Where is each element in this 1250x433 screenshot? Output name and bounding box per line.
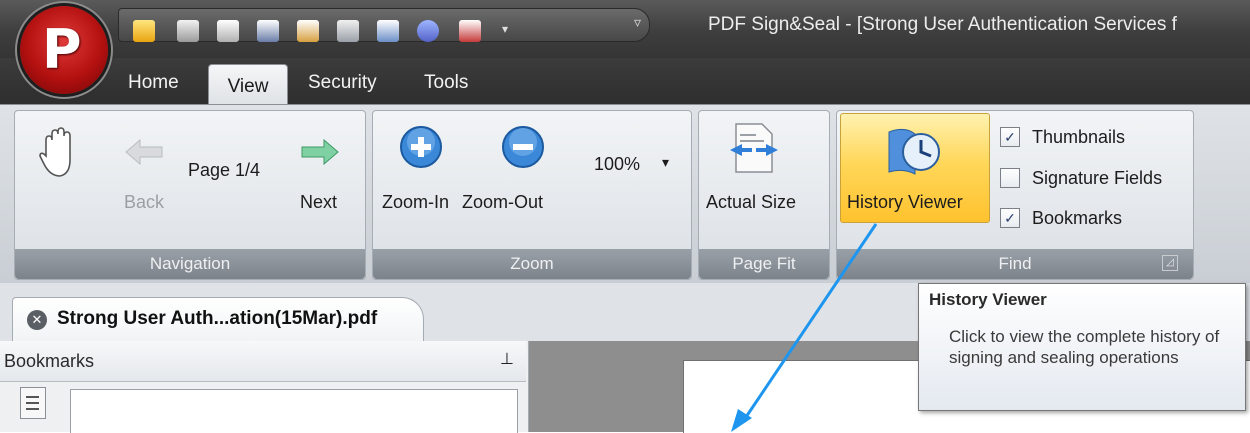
tab-security[interactable]: Security: [308, 72, 377, 94]
signature-fields-label: Signature Fields: [1032, 168, 1163, 188]
zoom-in-icon[interactable]: [398, 124, 444, 170]
signature-fields-checkbox[interactable]: [1000, 168, 1020, 188]
actual-size-icon[interactable]: [728, 120, 780, 176]
dropdown-icon[interactable]: ▾: [497, 21, 513, 37]
bookmarks-panel-header: Bookmarks ⊥: [0, 341, 526, 382]
history-viewer-tooltip: History Viewer Click to view the complet…: [918, 283, 1246, 411]
zoom-out-icon[interactable]: [500, 124, 546, 170]
zoom-group-label: Zoom: [373, 249, 691, 279]
window-title: PDF Sign&Seal - [Strong User Authenticat…: [708, 14, 1177, 35]
logo-p-icon: P: [42, 18, 82, 81]
save-icon[interactable]: [177, 20, 199, 42]
thumbnails-checkbox[interactable]: ✓: [1000, 127, 1020, 147]
zoom-out-button[interactable]: Zoom-Out: [462, 192, 543, 213]
thumbnails-label: Thumbnails: [1032, 127, 1126, 147]
seal-icon[interactable]: [297, 20, 319, 42]
bookmarks-label: Bookmarks: [1032, 208, 1123, 228]
customize-icon[interactable]: ▿: [634, 14, 641, 31]
history-viewer-button[interactable]: History Viewer: [840, 113, 990, 223]
sign-icon[interactable]: [257, 20, 279, 42]
stamp-icon[interactable]: [417, 20, 439, 42]
expand-bookmarks-icon[interactable]: [20, 387, 46, 419]
print-icon[interactable]: [217, 20, 239, 42]
quick-access-toolbar: ▾: [118, 8, 650, 42]
bookmarks-checkbox[interactable]: ✓: [1000, 208, 1020, 228]
tab-view[interactable]: View: [208, 64, 288, 107]
title-bar: ▾ ▿ PDF Sign&Seal - [Strong User Authent…: [0, 0, 1250, 58]
certify-icon[interactable]: [377, 20, 399, 42]
find-dialog-launcher-icon[interactable]: ◿: [1162, 255, 1178, 271]
tab-tools[interactable]: Tools: [424, 72, 468, 94]
close-icon[interactable]: ✕: [27, 310, 47, 330]
history-viewer-label: History Viewer: [847, 192, 963, 212]
ribbon-tab-strip: [0, 58, 1250, 104]
back-button[interactable]: Back: [124, 192, 164, 213]
export-icon[interactable]: [459, 20, 481, 42]
bookmarks-panel: Bookmarks ⊥: [0, 341, 529, 433]
page-indicator: Page 1/4: [188, 160, 261, 180]
history-clock-icon: [888, 128, 940, 175]
tab-home[interactable]: Home: [128, 72, 179, 94]
back-arrow-icon[interactable]: [124, 138, 164, 166]
tooltip-title: History Viewer: [929, 290, 1047, 309]
page-fit-group-label: Page Fit: [699, 249, 829, 279]
document-tab[interactable]: ✕ Strong User Auth...ation(15Mar).pdf: [12, 297, 424, 342]
bookmarks-panel-title: Bookmarks: [4, 351, 95, 371]
actual-size-button[interactable]: Actual Size: [706, 192, 796, 213]
navigation-group-label: Navigation: [15, 249, 365, 279]
verify-icon[interactable]: [337, 20, 359, 42]
zoom-dropdown-icon[interactable]: ▾: [662, 154, 669, 171]
next-button[interactable]: Next: [300, 192, 337, 213]
hand-tool-icon[interactable]: [38, 126, 82, 180]
next-arrow-icon[interactable]: [300, 138, 340, 166]
zoom-in-button[interactable]: Zoom-In: [382, 192, 449, 213]
folder-icon[interactable]: [133, 20, 155, 42]
find-group-label: Find: [837, 249, 1193, 279]
pin-icon[interactable]: ⊥: [500, 349, 514, 369]
document-tab-label: Strong User Auth...ation(15Mar).pdf: [57, 308, 378, 329]
app-logo-button[interactable]: P: [20, 6, 108, 94]
bookmarks-tree[interactable]: [70, 389, 518, 433]
zoom-level-value[interactable]: 100%: [594, 154, 640, 175]
tooltip-body: Click to view the complete history of si…: [949, 327, 1220, 367]
